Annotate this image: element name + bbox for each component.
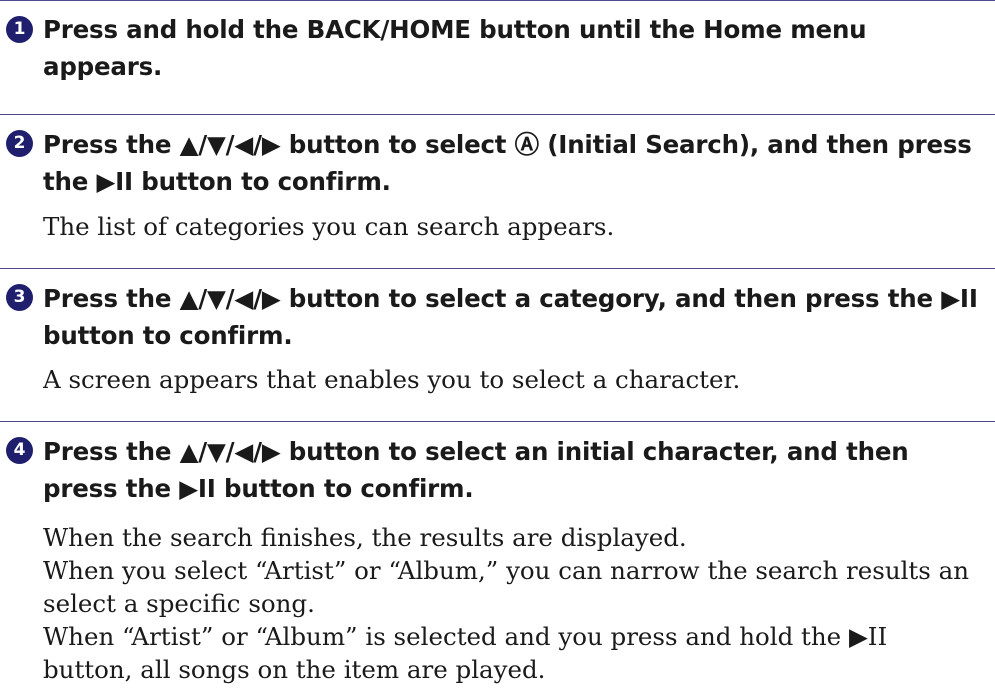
step-heading: Press the ▲/▼/◀/▶ button to select Ⓐ (In… (43, 130, 972, 196)
step-number-badge: 3 (6, 284, 33, 311)
description-line: select a specific song. (43, 589, 315, 618)
description-line: A screen appears that enables you to sel… (43, 365, 741, 394)
step-description: The list of categories you can search ap… (43, 210, 995, 243)
step-description: A screen appears that enables you to sel… (43, 363, 995, 396)
divider-rule (0, 114, 995, 115)
step-number-badge: 1 (6, 16, 33, 43)
step-number-badge: 2 (6, 130, 33, 157)
description-line: When you select “Artist” or “Album,” you… (43, 556, 970, 585)
divider-rule (0, 268, 995, 269)
step-number-badge: 4 (6, 437, 33, 464)
step-heading: Press the ▲/▼/◀/▶ button to select an in… (43, 437, 909, 503)
divider-rule (0, 0, 995, 1)
description-line: When the search finishes, the results ar… (43, 523, 687, 552)
divider-rule (0, 421, 995, 422)
description-line: button, all songs on the item are played… (43, 655, 546, 684)
step-heading: Press and hold the BACK/HOME button unti… (43, 15, 867, 81)
step-heading: Press the ▲/▼/◀/▶ button to select a cat… (43, 284, 978, 350)
description-line: When “Artist” or “Album” is selected and… (43, 622, 888, 651)
description-line: The list of categories you can search ap… (43, 212, 615, 241)
step-description: When the search finishes, the results ar… (43, 521, 995, 686)
